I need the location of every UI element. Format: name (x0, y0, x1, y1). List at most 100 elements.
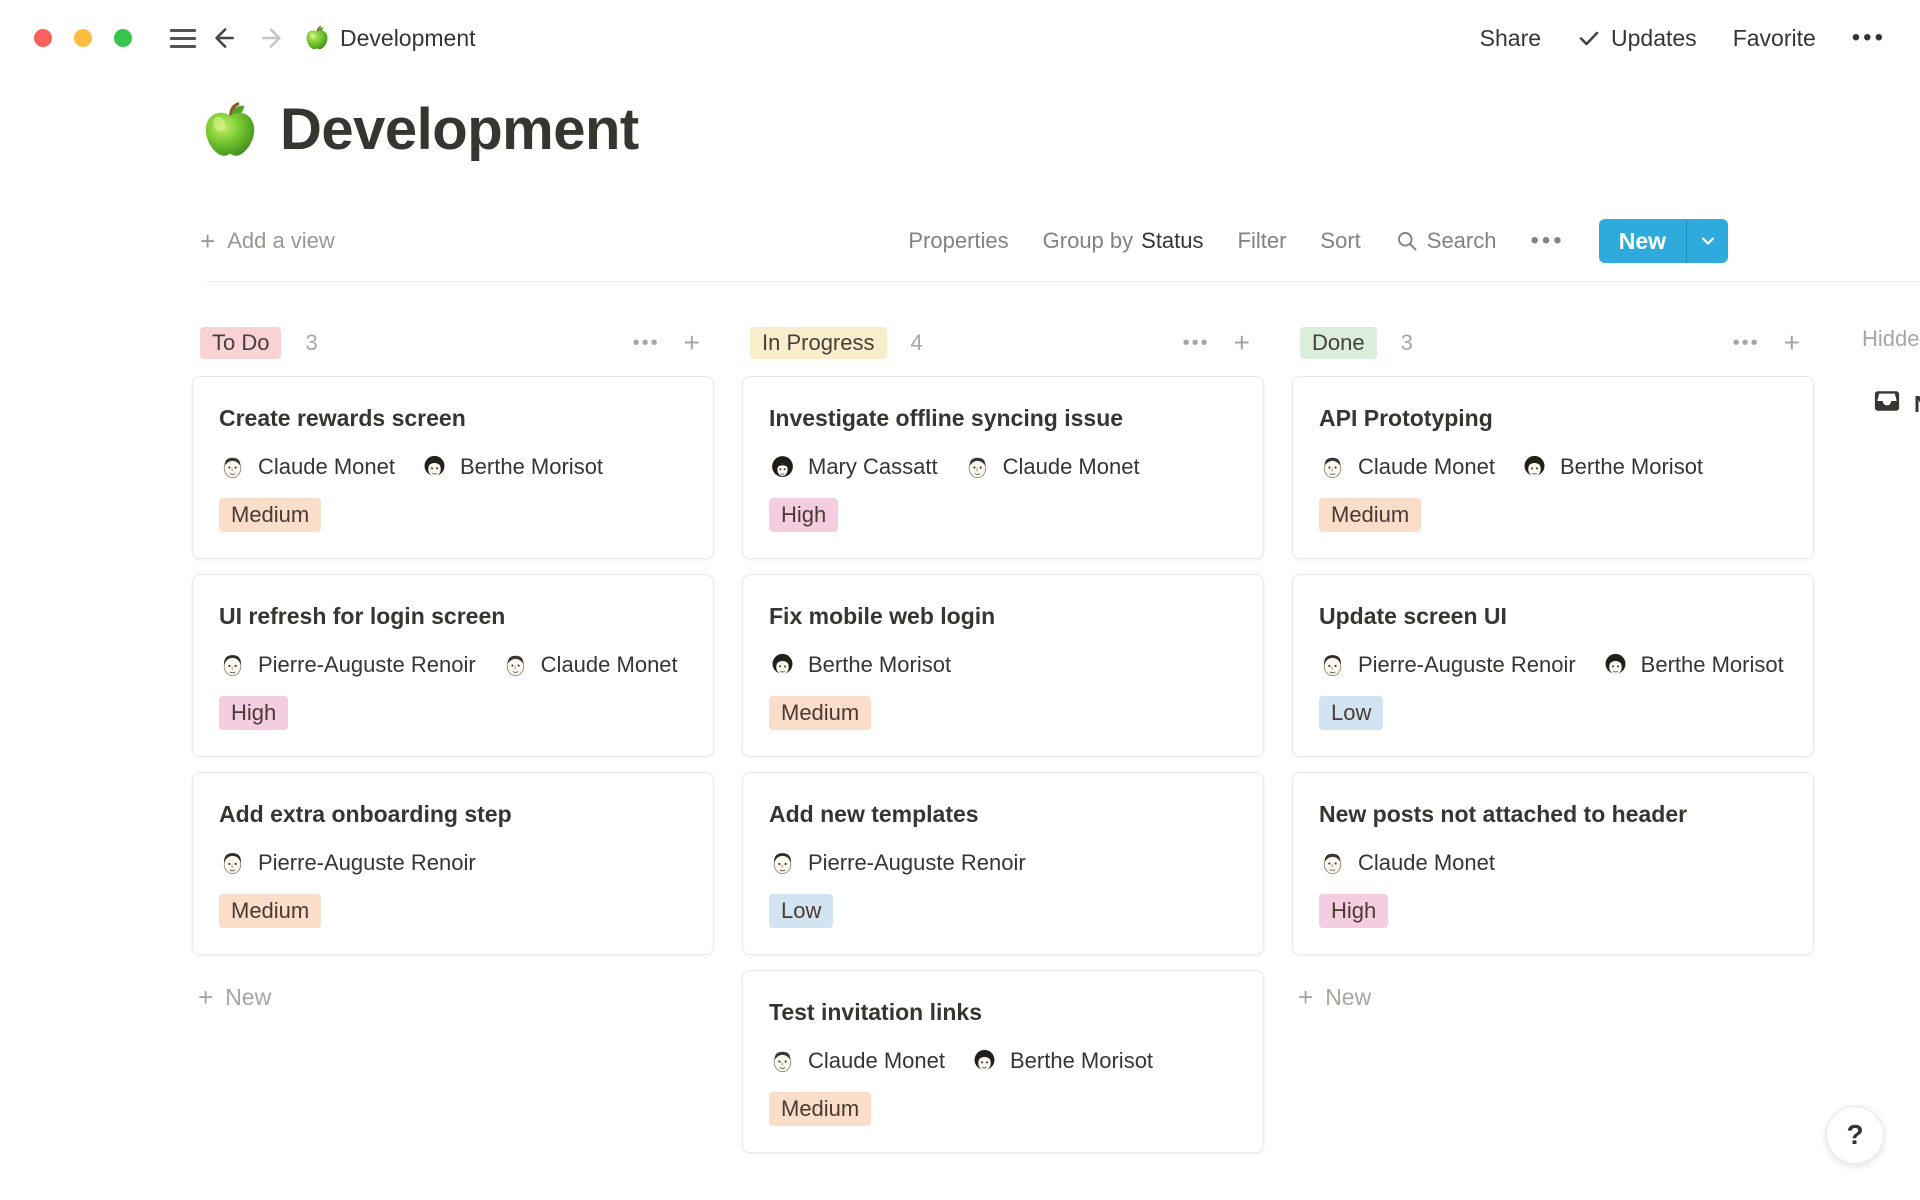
kanban-card[interactable]: Test invitation links Claude Monet Berth… (742, 970, 1264, 1153)
column-more-icon[interactable]: ••• (1183, 332, 1210, 355)
avatar (964, 453, 991, 480)
kanban-card[interactable]: Add extra onboarding step Pierre-Auguste… (192, 772, 714, 955)
inbox-icon (1872, 386, 1902, 422)
column-status-badge[interactable]: In Progress (750, 327, 887, 359)
plus-icon: + (198, 982, 213, 1013)
priority-badge: High (769, 498, 838, 532)
column-more-icon[interactable]: ••• (633, 332, 660, 355)
avatar (1602, 651, 1629, 678)
kanban-card[interactable]: Fix mobile web login Berthe Morisot Medi… (742, 574, 1264, 757)
share-button[interactable]: Share (1480, 25, 1541, 52)
filter-button[interactable]: Filter (1238, 228, 1287, 254)
help-button[interactable]: ? (1826, 1106, 1884, 1164)
assignee: Pierre-Auguste Renoir (219, 849, 476, 876)
sort-button[interactable]: Sort (1320, 228, 1360, 254)
favorite-button[interactable]: Favorite (1733, 25, 1816, 52)
back-button[interactable] (206, 21, 240, 55)
maximize-window-icon[interactable] (114, 29, 132, 47)
kanban-card[interactable]: UI refresh for login screen Pierre-Augus… (192, 574, 714, 757)
new-button[interactable]: New (1599, 219, 1686, 263)
kanban-card[interactable]: Update screen UI Pierre-Auguste Renoir B… (1292, 574, 1814, 757)
search-label: Search (1427, 228, 1497, 254)
assignee: Berthe Morisot (769, 651, 951, 678)
column-status-badge[interactable]: To Do (200, 327, 281, 359)
assignee: Claude Monet (769, 1047, 945, 1074)
avatar (769, 1047, 796, 1074)
assignee-name: Berthe Morisot (1010, 1048, 1153, 1074)
card-assignees: Claude Monet Berthe Morisot (219, 453, 687, 480)
hidden-column-item-label: No Status (1914, 391, 1920, 418)
column-add-card-icon[interactable]: + (1784, 327, 1800, 359)
new-card-label: New (225, 984, 271, 1011)
hidden-column-item[interactable]: No Status (1872, 386, 1920, 422)
properties-button[interactable]: Properties (908, 228, 1008, 254)
column-header: To Do 3 ••• + (192, 326, 714, 360)
column-status-badge[interactable]: Done (1300, 327, 1377, 359)
column-add-card-icon[interactable]: + (1234, 327, 1250, 359)
priority-badge: Medium (219, 498, 321, 532)
avatar (1521, 453, 1548, 480)
kanban-board: To Do 3 ••• + Create rewards screen Clau… (0, 282, 1920, 1168)
card-title: API Prototyping (1319, 403, 1787, 433)
kanban-card[interactable]: Create rewards screen Claude Monet Berth… (192, 376, 714, 559)
kanban-card[interactable]: Add new templates Pierre-Auguste Renoir … (742, 772, 1264, 955)
new-card-button[interactable]: + New (1292, 970, 1814, 1013)
card-assignees: Berthe Morisot (769, 651, 1237, 678)
new-card-button[interactable]: + New (192, 970, 714, 1013)
column-more-icon[interactable]: ••• (1733, 332, 1760, 355)
priority-badge: High (1319, 894, 1388, 928)
new-dropdown-button[interactable] (1686, 219, 1728, 263)
assignee-name: Berthe Morisot (808, 652, 951, 678)
assignee: Claude Monet (502, 651, 678, 678)
assignee: Berthe Morisot (421, 453, 603, 480)
breadcrumb[interactable]: Development (304, 25, 476, 52)
card-assignees: Pierre-Auguste Renoir Berthe Morisot (1319, 651, 1787, 678)
assignee: Pierre-Auguste Renoir (1319, 651, 1576, 678)
avatar (1319, 651, 1346, 678)
column-header: In Progress 4 ••• + (742, 326, 1264, 360)
priority-badge: Medium (769, 696, 871, 730)
close-window-icon[interactable] (34, 29, 52, 47)
assignee-name: Berthe Morisot (1641, 652, 1784, 678)
view-more-icon[interactable]: ••• (1530, 227, 1564, 255)
kanban-card[interactable]: New posts not attached to header Claude … (1292, 772, 1814, 955)
hidden-columns-label[interactable]: Hidden columns (1842, 326, 1920, 352)
kanban-card[interactable]: API Prototyping Claude Monet Berthe Mori… (1292, 376, 1814, 559)
card-assignees: Pierre-Auguste Renoir Claude Monet (219, 651, 687, 678)
more-options-icon[interactable]: ••• (1852, 24, 1886, 52)
priority-badge: Low (769, 894, 833, 928)
sidebar-menu-button[interactable] (166, 21, 200, 55)
column-cards: API Prototyping Claude Monet Berthe Mori… (1292, 376, 1814, 955)
favorite-label: Favorite (1733, 25, 1816, 52)
group-by-button[interactable]: Group by Status (1043, 228, 1204, 254)
column-add-card-icon[interactable]: + (684, 327, 700, 359)
share-label: Share (1480, 25, 1541, 52)
priority-badge: Medium (1319, 498, 1421, 532)
avatar (769, 651, 796, 678)
updates-button[interactable]: Updates (1577, 25, 1697, 52)
new-card-label: New (1325, 984, 1371, 1011)
card-assignees: Pierre-Auguste Renoir (219, 849, 687, 876)
search-button[interactable]: Search (1395, 228, 1497, 254)
assignee: Berthe Morisot (1521, 453, 1703, 480)
page-header: Development (0, 96, 1920, 163)
avatar (1319, 849, 1346, 876)
card-assignees: Claude Monet Berthe Morisot (1319, 453, 1787, 480)
card-assignees: Claude Monet (1319, 849, 1787, 876)
minimize-window-icon[interactable] (74, 29, 92, 47)
avatar (769, 453, 796, 480)
view-toolbar: + Add a view Properties Group by Status … (200, 217, 1728, 265)
column-header: Done 3 ••• + (1292, 326, 1814, 360)
add-view-button[interactable]: + Add a view (200, 226, 335, 257)
check-icon (1577, 26, 1601, 50)
kanban-card[interactable]: Investigate offline syncing issue Mary C… (742, 376, 1264, 559)
page-green-apple-icon (200, 100, 260, 160)
forward-button[interactable] (256, 21, 290, 55)
hidden-columns-group: Hidden columns No Status (1842, 326, 1920, 422)
breadcrumb-title: Development (340, 25, 476, 52)
avatar (421, 453, 448, 480)
search-icon (1395, 229, 1419, 253)
card-assignees: Claude Monet Berthe Morisot (769, 1047, 1237, 1074)
assignee-name: Pierre-Auguste Renoir (1358, 652, 1576, 678)
assignee: Berthe Morisot (971, 1047, 1153, 1074)
